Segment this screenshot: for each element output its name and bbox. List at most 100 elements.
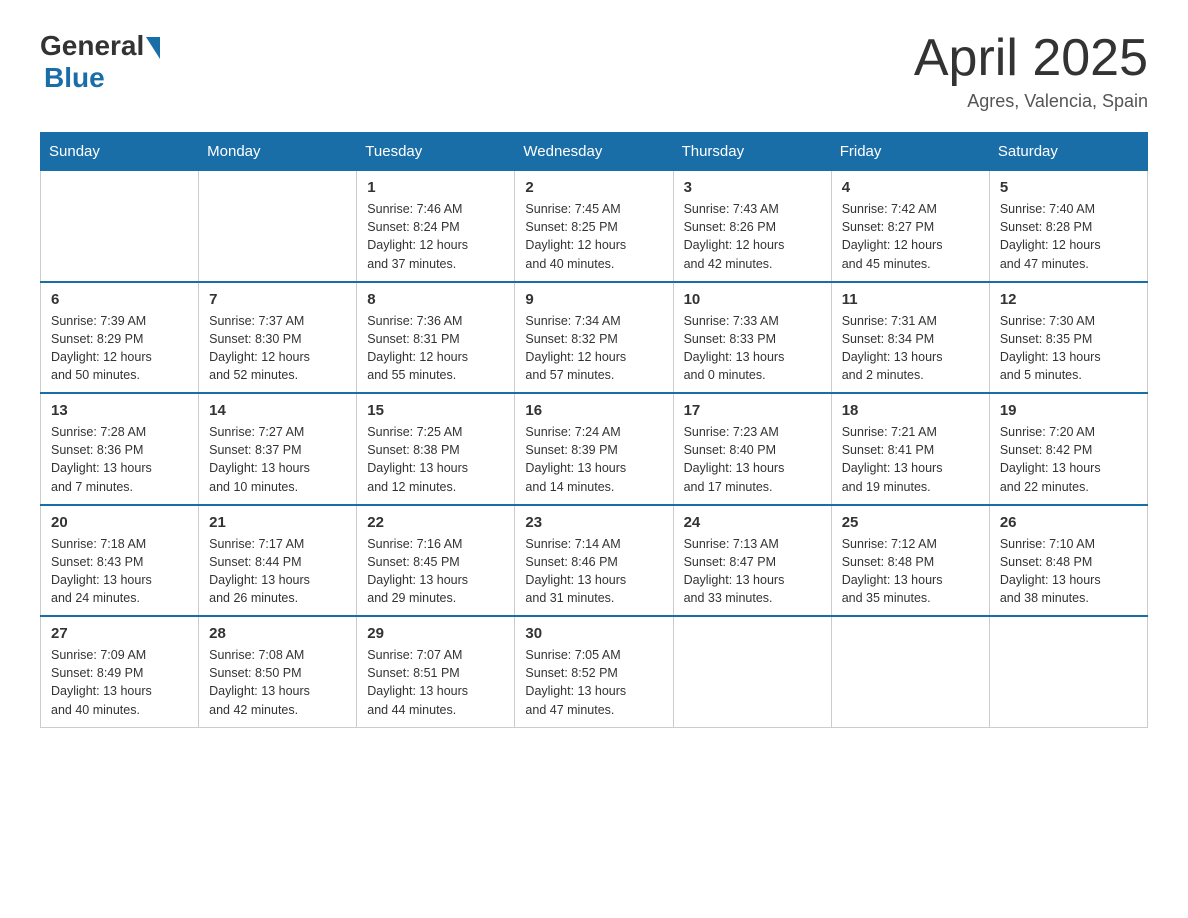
day-number: 24	[684, 514, 821, 531]
calendar-cell: 19Sunrise: 7:20 AM Sunset: 8:42 PM Dayli…	[989, 393, 1147, 505]
day-number: 6	[51, 291, 188, 308]
weekday-header-wednesday: Wednesday	[515, 133, 673, 171]
calendar-cell: 14Sunrise: 7:27 AM Sunset: 8:37 PM Dayli…	[199, 393, 357, 505]
day-info: Sunrise: 7:12 AM Sunset: 8:48 PM Dayligh…	[842, 535, 979, 608]
day-number: 25	[842, 514, 979, 531]
calendar-cell: 1 Sunrise: 7:46 AM Sunset: 8:24 PM Daylig…	[357, 171, 515, 282]
day-info: Sunrise: 7:20 AM Sunset: 8:42 PM Dayligh…	[1000, 423, 1137, 496]
day-number: 14	[209, 402, 346, 419]
calendar-cell: 12 Sunrise: 7:30 AM Sunset: 8:35 PM Dayli…	[989, 282, 1147, 394]
day-number: 29	[367, 625, 504, 642]
day-number: 8	[367, 291, 504, 308]
calendar-cell: 26Sunrise: 7:10 AM Sunset: 8:48 PM Dayli…	[989, 505, 1147, 617]
day-number: 22	[367, 514, 504, 531]
calendar-cell: 25 Sunrise: 7:12 AM Sunset: 8:48 PM Dayli…	[831, 505, 989, 617]
calendar-cell: 17Sunrise: 7:23 AM Sunset: 8:40 PM Dayli…	[673, 393, 831, 505]
day-number: 20	[51, 514, 188, 531]
calendar-week-row: 6 Sunrise: 7:39 AM Sunset: 8:29 PM Daylig…	[41, 282, 1148, 394]
day-info: Sunrise: 7:21 AM Sunset: 8:41 PM Dayligh…	[842, 423, 979, 496]
calendar-cell: 4 Sunrise: 7:42 AM Sunset: 8:27 PM Daylig…	[831, 171, 989, 282]
calendar-week-row: 13 Sunrise: 7:28 AM Sunset: 8:36 PM Dayli…	[41, 393, 1148, 505]
calendar-cell: 30 Sunrise: 7:05 AM Sunset: 8:52 PM Dayli…	[515, 616, 673, 727]
weekday-header-thursday: Thursday	[673, 133, 831, 171]
day-info: Sunrise: 7:07 AM Sunset: 8:51 PM Dayligh…	[367, 646, 504, 719]
day-number: 21	[209, 514, 346, 531]
day-info: Sunrise: 7:46 AM Sunset: 8:24 PM Dayligh…	[367, 200, 504, 273]
weekday-header-monday: Monday	[199, 133, 357, 171]
day-info: Sunrise: 7:33 AM Sunset: 8:33 PM Dayligh…	[684, 312, 821, 385]
day-info: Sunrise: 7:45 AM Sunset: 8:25 PM Dayligh…	[525, 200, 662, 273]
calendar-cell: 21 Sunrise: 7:17 AM Sunset: 8:44 PM Dayli…	[199, 505, 357, 617]
day-info: Sunrise: 7:31 AM Sunset: 8:34 PM Dayligh…	[842, 312, 979, 385]
calendar-cell	[673, 616, 831, 727]
weekday-header-friday: Friday	[831, 133, 989, 171]
calendar-cell: 15Sunrise: 7:25 AM Sunset: 8:38 PM Dayli…	[357, 393, 515, 505]
calendar-cell: 11Sunrise: 7:31 AM Sunset: 8:34 PM Dayli…	[831, 282, 989, 394]
calendar-body: 1 Sunrise: 7:46 AM Sunset: 8:24 PM Daylig…	[41, 171, 1148, 728]
day-info: Sunrise: 7:09 AM Sunset: 8:49 PM Dayligh…	[51, 646, 188, 719]
day-number: 3	[684, 179, 821, 196]
calendar-cell: 10Sunrise: 7:33 AM Sunset: 8:33 PM Dayli…	[673, 282, 831, 394]
location-subtitle: Agres, Valencia, Spain	[914, 91, 1148, 112]
day-info: Sunrise: 7:24 AM Sunset: 8:39 PM Dayligh…	[525, 423, 662, 496]
calendar-cell: 6 Sunrise: 7:39 AM Sunset: 8:29 PM Daylig…	[41, 282, 199, 394]
calendar-cell: 5 Sunrise: 7:40 AM Sunset: 8:28 PM Daylig…	[989, 171, 1147, 282]
day-info: Sunrise: 7:25 AM Sunset: 8:38 PM Dayligh…	[367, 423, 504, 496]
weekday-header-tuesday: Tuesday	[357, 133, 515, 171]
day-number: 30	[525, 625, 662, 642]
day-info: Sunrise: 7:36 AM Sunset: 8:31 PM Dayligh…	[367, 312, 504, 385]
calendar-cell	[831, 616, 989, 727]
day-info: Sunrise: 7:28 AM Sunset: 8:36 PM Dayligh…	[51, 423, 188, 496]
day-number: 27	[51, 625, 188, 642]
day-number: 9	[525, 291, 662, 308]
logo-general: General	[40, 30, 144, 62]
page-header: General Blue April 2025 Agres, Valencia,…	[40, 30, 1148, 112]
calendar-cell	[199, 171, 357, 282]
calendar-cell: 7Sunrise: 7:37 AM Sunset: 8:30 PM Daylig…	[199, 282, 357, 394]
day-number: 4	[842, 179, 979, 196]
day-info: Sunrise: 7:43 AM Sunset: 8:26 PM Dayligh…	[684, 200, 821, 273]
day-info: Sunrise: 7:08 AM Sunset: 8:50 PM Dayligh…	[209, 646, 346, 719]
calendar-cell: 22 Sunrise: 7:16 AM Sunset: 8:45 PM Dayli…	[357, 505, 515, 617]
calendar-cell: 18 Sunrise: 7:21 AM Sunset: 8:41 PM Dayli…	[831, 393, 989, 505]
logo: General Blue	[40, 30, 160, 94]
calendar-cell: 20 Sunrise: 7:18 AM Sunset: 8:43 PM Dayli…	[41, 505, 199, 617]
day-number: 16	[525, 402, 662, 419]
calendar-cell: 27 Sunrise: 7:09 AM Sunset: 8:49 PM Dayli…	[41, 616, 199, 727]
day-info: Sunrise: 7:39 AM Sunset: 8:29 PM Dayligh…	[51, 312, 188, 385]
day-number: 13	[51, 402, 188, 419]
calendar-cell	[989, 616, 1147, 727]
day-info: Sunrise: 7:16 AM Sunset: 8:45 PM Dayligh…	[367, 535, 504, 608]
calendar-header: SundayMondayTuesdayWednesdayThursdayFrid…	[41, 133, 1148, 171]
calendar-cell: 13 Sunrise: 7:28 AM Sunset: 8:36 PM Dayli…	[41, 393, 199, 505]
weekday-header-row: SundayMondayTuesdayWednesdayThursdayFrid…	[41, 133, 1148, 171]
day-info: Sunrise: 7:42 AM Sunset: 8:27 PM Dayligh…	[842, 200, 979, 273]
day-number: 23	[525, 514, 662, 531]
title-block: April 2025 Agres, Valencia, Spain	[914, 30, 1148, 112]
day-info: Sunrise: 7:18 AM Sunset: 8:43 PM Dayligh…	[51, 535, 188, 608]
day-info: Sunrise: 7:17 AM Sunset: 8:44 PM Dayligh…	[209, 535, 346, 608]
calendar-week-row: 27 Sunrise: 7:09 AM Sunset: 8:49 PM Dayli…	[41, 616, 1148, 727]
weekday-header-saturday: Saturday	[989, 133, 1147, 171]
day-info: Sunrise: 7:23 AM Sunset: 8:40 PM Dayligh…	[684, 423, 821, 496]
day-info: Sunrise: 7:40 AM Sunset: 8:28 PM Dayligh…	[1000, 200, 1137, 273]
day-number: 18	[842, 402, 979, 419]
calendar-cell: 9 Sunrise: 7:34 AM Sunset: 8:32 PM Daylig…	[515, 282, 673, 394]
day-info: Sunrise: 7:10 AM Sunset: 8:48 PM Dayligh…	[1000, 535, 1137, 608]
calendar-cell: 23Sunrise: 7:14 AM Sunset: 8:46 PM Dayli…	[515, 505, 673, 617]
day-info: Sunrise: 7:05 AM Sunset: 8:52 PM Dayligh…	[525, 646, 662, 719]
calendar-cell: 24 Sunrise: 7:13 AM Sunset: 8:47 PM Dayli…	[673, 505, 831, 617]
day-info: Sunrise: 7:34 AM Sunset: 8:32 PM Dayligh…	[525, 312, 662, 385]
calendar-cell	[41, 171, 199, 282]
day-number: 1	[367, 179, 504, 196]
day-number: 12	[1000, 291, 1137, 308]
day-info: Sunrise: 7:13 AM Sunset: 8:47 PM Dayligh…	[684, 535, 821, 608]
day-number: 28	[209, 625, 346, 642]
calendar-table: SundayMondayTuesdayWednesdayThursdayFrid…	[40, 132, 1148, 728]
calendar-cell: 2Sunrise: 7:45 AM Sunset: 8:25 PM Daylig…	[515, 171, 673, 282]
day-info: Sunrise: 7:30 AM Sunset: 8:35 PM Dayligh…	[1000, 312, 1137, 385]
day-info: Sunrise: 7:37 AM Sunset: 8:30 PM Dayligh…	[209, 312, 346, 385]
calendar-cell: 16 Sunrise: 7:24 AM Sunset: 8:39 PM Dayli…	[515, 393, 673, 505]
day-number: 5	[1000, 179, 1137, 196]
calendar-week-row: 1 Sunrise: 7:46 AM Sunset: 8:24 PM Daylig…	[41, 171, 1148, 282]
